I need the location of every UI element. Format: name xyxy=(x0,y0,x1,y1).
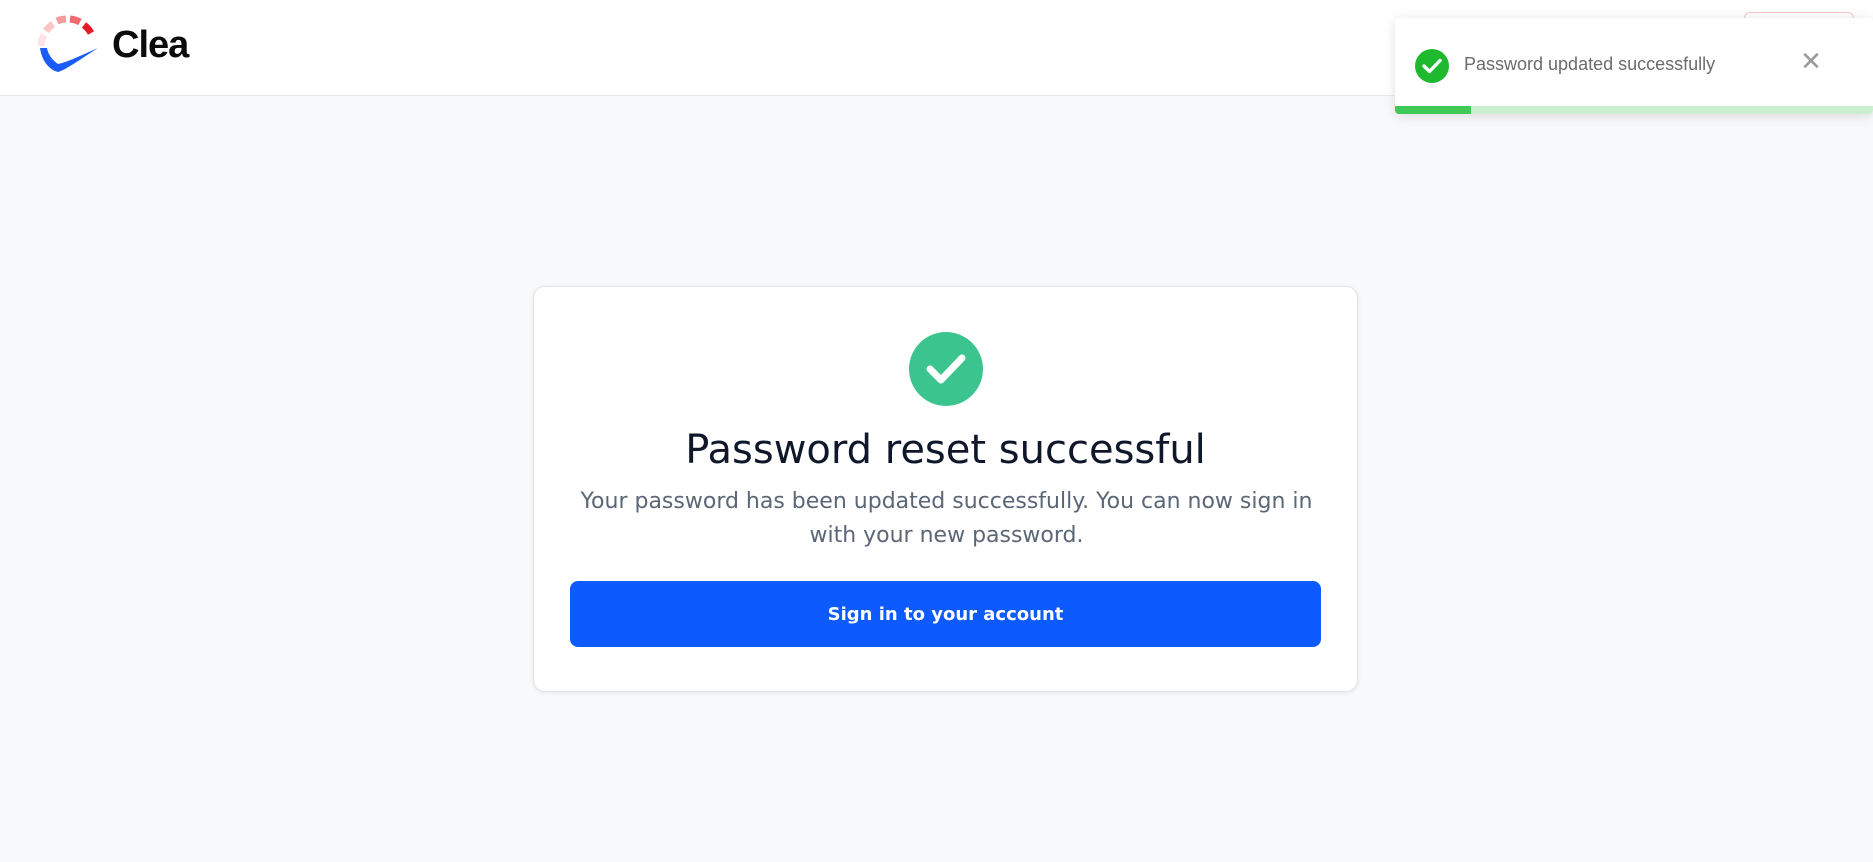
toast-progress-bar xyxy=(1395,106,1873,114)
toast-notification: Password updated successfully ✕ xyxy=(1395,18,1873,114)
page-title: Password reset successful xyxy=(685,427,1206,473)
logo[interactable]: Clea xyxy=(36,14,189,76)
check-icon xyxy=(1415,49,1449,83)
reset-success-card: Password reset successful Your password … xyxy=(533,286,1358,692)
toast-message: Password updated successfully xyxy=(1464,54,1716,74)
success-description: Your password has been updated successfu… xyxy=(580,489,1313,548)
check-circle-icon xyxy=(909,332,983,406)
clea-logo-icon xyxy=(37,15,98,72)
sign-in-button[interactable]: Sign in to your account xyxy=(570,581,1321,647)
toast-progress-fill xyxy=(1395,106,1472,114)
logo-text: Clea xyxy=(112,23,189,66)
close-icon[interactable]: ✕ xyxy=(1797,47,1825,77)
